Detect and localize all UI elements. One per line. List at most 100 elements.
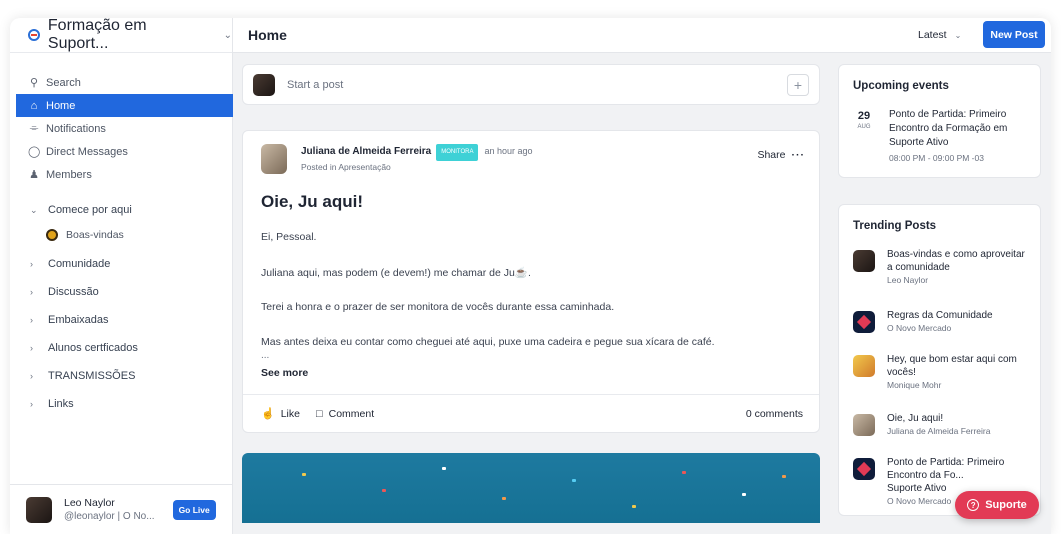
more-options-icon[interactable]: ··· (792, 149, 806, 161)
brand-logo-icon (856, 461, 872, 477)
sidebar-item-search[interactable]: ⚲ Search (10, 71, 232, 94)
section-comece-por-aqui[interactable]: ⌄ Comece por aqui (10, 196, 232, 224)
confetti (782, 475, 786, 478)
chevron-right-icon: › (30, 287, 33, 297)
sidebar-item-direct-messages[interactable]: ◯ Direct Messages (10, 140, 232, 163)
trending-title: Hey, que bom estar aqui com vocês! (887, 354, 1017, 378)
author-name[interactable]: Juliana de Almeida Ferreira (301, 146, 431, 157)
chevron-right-icon: › (30, 399, 33, 409)
search-icon: ⚲ (29, 77, 39, 89)
chat-icon: ◯ (28, 146, 41, 158)
section-transmissoes[interactable]: › TRANSMISSÕES (10, 362, 232, 390)
sidebar-item-home[interactable]: ⌂ Home (16, 94, 233, 117)
trending-title: Oie, Ju aqui! (887, 413, 944, 424)
avatar[interactable] (26, 496, 52, 523)
post-ellipsis: ... (261, 350, 270, 361)
go-live-button[interactable]: Go Live (172, 499, 216, 520)
avatar (853, 250, 875, 272)
author-avatar[interactable] (261, 143, 287, 174)
post-paragraph: Juliana aqui, mas podem (e devem!) me ch… (261, 267, 531, 279)
comments-count[interactable]: 0 comments (746, 408, 803, 420)
post-media-image[interactable] (242, 453, 820, 523)
trending-title: Boas-vindas e como aproveitar a comunida… (887, 249, 1025, 273)
sidebar-item-label: Direct Messages (46, 145, 128, 158)
sidebar-item-label: Home (46, 99, 76, 112)
section-label: Alunos certficados (48, 342, 138, 354)
confetti (502, 497, 506, 500)
post-meta: Juliana de Almeida Ferreira MONITORA an ho… (301, 143, 533, 174)
chevron-down-icon: ⌄ (954, 31, 962, 40)
section-comunidade[interactable]: › Comunidade (10, 250, 232, 278)
avatar (853, 414, 875, 436)
confetti (382, 489, 386, 492)
sidebar-item-members[interactable]: ♟ Members (10, 163, 232, 186)
avatar (853, 311, 875, 333)
profile-handle: @leonaylor | O No... (64, 510, 155, 522)
event-date: 29 AUG (853, 108, 875, 163)
chevron-right-icon: › (30, 315, 33, 325)
trending-item[interactable]: Oie, Ju aqui! Juliana de Almeida Ferreira (853, 412, 1029, 438)
section-label: Links (48, 398, 74, 410)
sidebar-item-label: Notifications (46, 122, 106, 135)
sidebar-sections: ⌄ Comece por aqui Boas-vindas › Comunida… (10, 196, 232, 418)
comment-icon: □ (315, 407, 323, 420)
share-button[interactable]: Share (757, 149, 785, 161)
post-title[interactable]: Oie, Ju aqui! (261, 192, 363, 212)
sort-dropdown[interactable]: Latest ⌄ (918, 29, 961, 41)
post-paragraph: Mas antes deixa eu contar como cheguei a… (261, 336, 715, 348)
section-alunos-certificados[interactable]: › Alunos certficados (10, 334, 232, 362)
brand-logo-icon (856, 314, 872, 330)
composer-placeholder: Start a post (287, 78, 344, 91)
avatar (253, 73, 275, 96)
section-embaixadas[interactable]: › Embaixadas (10, 306, 232, 334)
profile-info[interactable]: Leo Naylor @leonaylor | O No... (64, 497, 155, 523)
home-icon: ⌂ (30, 99, 38, 112)
sort-label: Latest (918, 29, 947, 41)
profile-bar: Leo Naylor @leonaylor | O No... Go Live (10, 484, 232, 534)
sidebar-item-boas-vindas[interactable]: Boas-vindas (10, 224, 232, 246)
trending-posts-card: Trending Posts Boas-vindas e como aprove… (838, 204, 1041, 516)
sidebar-item-notifications[interactable]: ⌯ Notifications (10, 117, 232, 140)
community-name: Formação em Suport... (47, 18, 147, 52)
support-label: Suporte (985, 499, 1027, 511)
members-icon: ♟ (29, 169, 39, 181)
section-links[interactable]: › Links (10, 390, 232, 418)
comment-label: Comment (328, 407, 375, 420)
new-post-button[interactable]: New Post (983, 21, 1045, 48)
chevron-right-icon: › (30, 259, 33, 269)
community-switcher[interactable]: Formação em Suport... ⌄ (10, 18, 232, 53)
like-button[interactable]: ☝ Like (261, 407, 300, 421)
chevron-down-icon: ⌄ (223, 29, 232, 41)
sidebar-nav: ⚲ Search ⌂ Home ⌯ Notifications ◯ Direct… (10, 71, 233, 186)
trending-item[interactable]: Hey, que bom estar aqui com vocês! Moniqu… (853, 353, 1029, 392)
page-title: Home (248, 27, 287, 43)
section-label: Discussão (48, 286, 99, 298)
trending-author: Monique Mohr (887, 380, 942, 390)
support-button[interactable]: ? Suporte (955, 491, 1039, 519)
chevron-down-icon: ⌄ (30, 204, 38, 215)
event-item[interactable]: 29 AUG Ponto de Partida: Primeiro Encont… (853, 108, 1029, 163)
section-label: Embaixadas (48, 314, 109, 326)
post-composer[interactable]: Start a post + (242, 64, 820, 105)
section-label: Comunidade (48, 258, 111, 270)
feed-post: Juliana de Almeida Ferreira MONITORA an ho… (242, 130, 820, 433)
card-title: Trending Posts (853, 220, 937, 232)
confetti (572, 479, 576, 482)
section-discussao[interactable]: › Discussão (10, 278, 232, 306)
profile-name: Leo Naylor (64, 496, 115, 509)
comment-button[interactable]: □ Comment (316, 408, 374, 420)
confetti (442, 467, 446, 470)
posted-in[interactable]: Posted in Apresentação (301, 161, 533, 174)
help-icon: ? (967, 499, 980, 511)
share-control: Share ··· (757, 149, 805, 161)
bell-icon: ⌯ (29, 122, 39, 134)
trending-item[interactable]: Boas-vindas e como aproveitar a comunida… (853, 248, 1029, 287)
see-more-link[interactable]: See more (261, 367, 308, 379)
post-header: Juliana de Almeida Ferreira MONITORA an ho… (261, 143, 533, 174)
confetti (632, 505, 636, 508)
add-post-button[interactable]: + (787, 74, 809, 96)
section-label: TRANSMISSÕES (48, 370, 136, 382)
sidebar-item-label: Boas-vindas (66, 229, 124, 241)
trending-item[interactable]: Regras da Comunidade O Novo Mercado (853, 309, 1029, 335)
post-time: an hour ago (484, 146, 533, 156)
